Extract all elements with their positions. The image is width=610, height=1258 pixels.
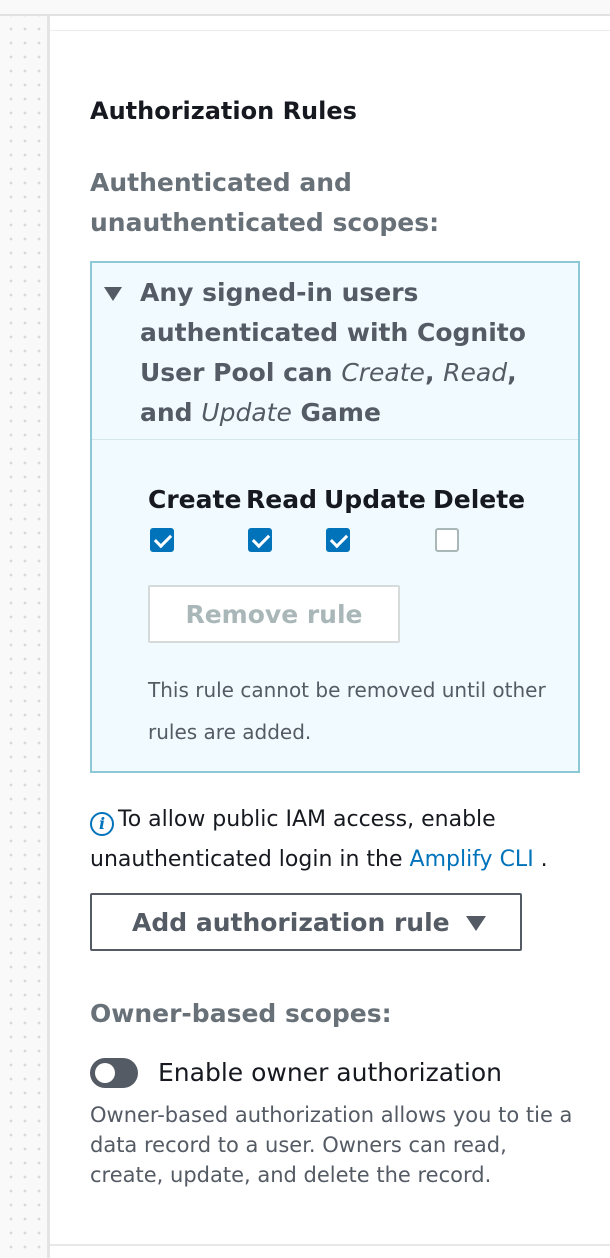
permission-label-delete: Delete: [433, 485, 526, 514]
rule-summary: Any signed-in users authenticated with C…: [140, 278, 526, 427]
panel-divider: [50, 30, 610, 31]
amplify-cli-link[interactable]: Amplify CLI: [410, 847, 534, 872]
permission-label-update: Update: [324, 485, 426, 514]
info-suffix: .: [533, 847, 548, 872]
caret-down-icon: [466, 916, 486, 931]
owner-authorization-label: Enable owner authorization: [158, 1058, 502, 1087]
left-gutter-pattern: [0, 16, 47, 1258]
add-rule-label: Add authorization rule: [132, 908, 450, 937]
caret-down-icon[interactable]: [104, 287, 122, 301]
remove-rule-note: This rule cannot be removed until other …: [148, 678, 546, 744]
owner-scopes-label: Owner-based scopes:: [90, 999, 392, 1028]
permission-label-read: Read: [246, 485, 317, 514]
auth-scopes-label: Authenticated and unauthenticated scopes…: [90, 168, 440, 237]
create-checkbox[interactable]: [150, 528, 174, 552]
authorization-rules-title: Authorization Rules: [90, 97, 357, 125]
authorization-rule-card: Any signed-in users authenticated with C…: [90, 261, 580, 773]
permission-label-create: Create: [148, 485, 242, 514]
owner-authorization-toggle[interactable]: [90, 1058, 138, 1088]
add-authorization-rule-button[interactable]: Add authorization rule: [90, 893, 522, 951]
owner-authorization-description: Owner-based authorization allows you to …: [90, 1103, 573, 1187]
info-icon: i: [90, 812, 114, 836]
rule-header[interactable]: Any signed-in users authenticated with C…: [92, 263, 578, 440]
public-iam-info: i To allow public IAM access, enable unau…: [90, 800, 590, 880]
update-checkbox[interactable]: [326, 528, 350, 552]
delete-checkbox[interactable]: [435, 528, 459, 552]
remove-rule-button[interactable]: Remove rule: [148, 585, 400, 643]
top-bar: [0, 0, 610, 16]
panel-bottom-border: [50, 1244, 610, 1246]
read-checkbox[interactable]: [248, 528, 272, 552]
left-panel-border: [47, 16, 50, 1258]
toggle-knob: [95, 1063, 115, 1083]
